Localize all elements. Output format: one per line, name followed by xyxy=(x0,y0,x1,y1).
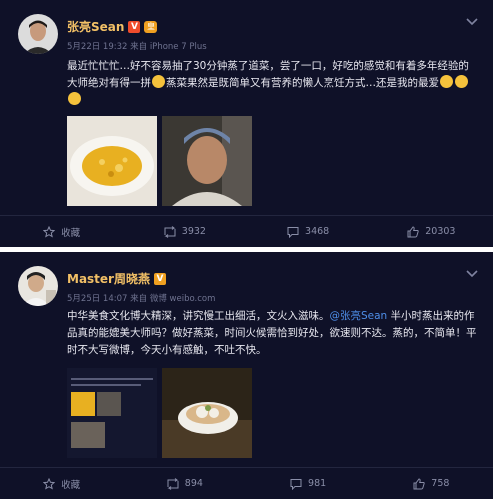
post-text: 最近忙忙忙…好不容易抽了30分钟蒸了道菜，尝了一口，好吃的感觉和有着多年经验的大… xyxy=(67,58,479,109)
like-button[interactable]: 20303 xyxy=(370,216,493,247)
smile-emoji-icon xyxy=(152,75,165,88)
repost-count: 894 xyxy=(184,478,203,489)
repost-button[interactable]: 894 xyxy=(123,468,246,499)
post-card-2: Master周晓燕 V 5月25日 14:07 来自 微博 weibo.com … xyxy=(0,252,493,499)
repost-icon xyxy=(167,477,179,490)
like-count: 20303 xyxy=(425,226,456,237)
mention-link[interactable]: @张亮Sean xyxy=(330,310,388,322)
author-row: 张亮Sean V 皇 xyxy=(67,18,158,35)
photo-master-dish[interactable] xyxy=(162,368,252,458)
action-bar: 收藏 3932 3468 20303 xyxy=(0,215,493,247)
photo-repost-screenshot[interactable] xyxy=(67,368,157,458)
post-text-part-2: 蒸菜果然是既简单又有营养的懒人烹饪方式…还是我的最爱 xyxy=(166,77,439,89)
photo-selfie[interactable] xyxy=(162,116,252,206)
repost-button[interactable]: 3932 xyxy=(123,216,246,247)
smile-emoji-icon xyxy=(455,75,468,88)
favorite-button[interactable]: 收藏 xyxy=(0,468,123,499)
post-meta: 5月25日 14:07 来自 微博 weibo.com xyxy=(67,294,216,304)
crown-badge-icon: 皇 xyxy=(144,20,158,33)
smile-emoji-icon xyxy=(68,92,81,105)
photo-steamed-dish[interactable] xyxy=(67,116,157,206)
comment-button[interactable]: 3468 xyxy=(247,216,370,247)
avatar[interactable] xyxy=(18,14,58,54)
chevron-down-icon[interactable] xyxy=(465,268,479,278)
repost-count: 3932 xyxy=(181,226,206,237)
comment-count: 981 xyxy=(308,478,327,489)
repost-icon xyxy=(164,225,176,238)
favorite-button[interactable]: 收藏 xyxy=(0,216,123,247)
vip-badge-icon: V xyxy=(153,272,166,285)
comment-button[interactable]: 981 xyxy=(247,468,370,499)
comment-icon xyxy=(290,478,302,490)
action-bar: 收藏 894 981 758 xyxy=(0,467,493,499)
comment-count: 3468 xyxy=(305,226,330,237)
star-icon xyxy=(43,477,56,490)
favorite-label: 收藏 xyxy=(61,227,81,239)
avatar[interactable] xyxy=(18,266,58,306)
post-card-1: 张亮Sean V 皇 5月22日 19:32 来自 iPhone 7 Plus … xyxy=(0,0,493,247)
chevron-down-icon[interactable] xyxy=(465,16,479,26)
author-name[interactable]: 张亮Sean xyxy=(67,18,124,35)
comment-icon xyxy=(287,226,299,238)
favorite-label: 收藏 xyxy=(61,479,81,491)
like-count: 758 xyxy=(431,478,450,489)
post-meta: 5月22日 19:32 来自 iPhone 7 Plus xyxy=(67,42,207,52)
author-name[interactable]: Master周晓燕 xyxy=(67,270,150,287)
like-icon xyxy=(407,225,419,237)
post-text: 中华美食文化博大精深，讲究慢工出细活，文火入滋味。@张亮Sean 半小时蒸出来的… xyxy=(67,308,479,359)
author-row: Master周晓燕 V xyxy=(67,270,166,287)
post-text-part-1: 中华美食文化博大精深，讲究慢工出细活，文火入滋味。 xyxy=(67,310,330,322)
vip-badge-icon: V xyxy=(128,20,141,33)
like-button[interactable]: 758 xyxy=(370,468,493,499)
star-icon xyxy=(43,225,56,238)
smile-emoji-icon xyxy=(440,75,453,88)
like-icon xyxy=(413,477,425,489)
